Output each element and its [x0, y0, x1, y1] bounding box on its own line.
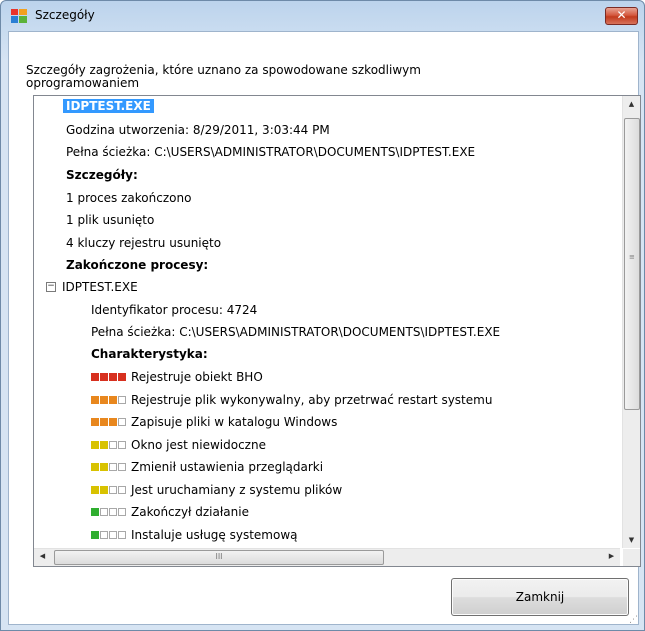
severity-square-empty [118, 417, 126, 426]
severity-indicator [91, 502, 127, 522]
severity-indicator [91, 367, 127, 387]
grip-icon: ≡ [629, 253, 635, 261]
characteristic-text: Jest uruchamiany z systemu plików [131, 483, 343, 497]
details-content: IDPTEST.EXE Godzina utworzenia: 8/29/201… [34, 96, 620, 548]
scroll-up-icon[interactable]: ▲ [623, 100, 640, 108]
characteristic-item: Zakończył działanie [91, 502, 249, 522]
close-button[interactable]: Zamknij [451, 578, 629, 616]
severity-square-empty [118, 485, 126, 494]
vertical-scroll-thumb[interactable]: ≡ [624, 118, 640, 410]
severity-square-filled [118, 372, 126, 381]
severity-square-filled [100, 417, 108, 426]
severity-indicator [91, 480, 127, 500]
full-path: Pełna ścieżka: C:\USERS\ADMINISTRATOR\DO… [66, 145, 476, 159]
file-name: IDPTEST.EXE [63, 99, 154, 113]
section-processes-label: Zakończone procesy: [66, 258, 209, 272]
severity-square-empty [109, 440, 117, 449]
creation-time: Godzina utworzenia: 8/29/2011, 3:03:44 P… [66, 123, 330, 137]
section-details-label: Szczegóły: [66, 168, 138, 182]
severity-indicator [91, 435, 127, 455]
severity-square-empty [118, 462, 126, 471]
severity-square-filled [91, 485, 99, 494]
severity-square-empty [109, 507, 117, 516]
severity-square-empty [118, 395, 126, 404]
horizontal-scroll-thumb[interactable]: III [54, 550, 384, 565]
scroll-corner [623, 549, 640, 566]
severity-square-filled [91, 417, 99, 426]
characteristic-text: Zmienił ustawienia przeglądarki [131, 460, 324, 474]
avg-logo-icon [11, 9, 27, 23]
severity-square-empty [109, 485, 117, 494]
severity-square-filled [109, 372, 117, 381]
severity-indicator [91, 457, 127, 477]
severity-square-empty [118, 440, 126, 449]
window-title: Szczegóły [35, 8, 95, 22]
files-removed: 1 plik usunięto [66, 213, 155, 227]
severity-square-filled [100, 440, 108, 449]
scroll-right-icon[interactable]: ▶ [603, 552, 620, 560]
characteristic-item: Rejestruje obiekt BHO [91, 367, 263, 387]
title-bar[interactable]: Szczegóły ✕ [1, 1, 644, 32]
process-full-path: Pełna ścieżka: C:\USERS\ADMINISTRATOR\DO… [91, 325, 501, 339]
characteristic-text: Instaluje usługę systemową [131, 528, 298, 542]
characteristic-item: Zmienił ustawienia przeglądarki [91, 457, 323, 477]
characteristic-text: Okno jest niewidoczne [131, 438, 266, 452]
severity-square-filled [91, 395, 99, 404]
severity-square-empty [118, 507, 126, 516]
characteristic-text: Rejestruje obiekt BHO [131, 370, 263, 384]
close-icon[interactable]: ✕ [605, 7, 638, 25]
severity-square-filled [91, 440, 99, 449]
severity-square-empty [118, 530, 126, 539]
severity-indicator [91, 525, 127, 545]
severity-square-filled [91, 462, 99, 471]
severity-square-filled [91, 507, 99, 516]
severity-square-empty [109, 462, 117, 471]
severity-square-filled [100, 395, 108, 404]
file-name-row[interactable]: IDPTEST.EXE [63, 96, 154, 116]
severity-square-empty [100, 507, 108, 516]
details-list[interactable]: IDPTEST.EXE Godzina utworzenia: 8/29/201… [33, 95, 641, 567]
severity-indicator [91, 390, 127, 410]
characteristic-item: Rejestruje plik wykonywalny, aby przetrw… [91, 390, 492, 410]
characteristic-item: Okno jest niewidoczne [91, 435, 266, 455]
process-tree-node[interactable]: − IDPTEST.EXE [46, 277, 138, 297]
severity-square-filled [91, 530, 99, 539]
characteristic-item: Instaluje usługę systemową [91, 525, 298, 545]
registry-removed: 4 kluczy rejestru usunięto [66, 236, 222, 250]
severity-square-empty [109, 530, 117, 539]
severity-square-filled [109, 417, 117, 426]
horizontal-scrollbar[interactable]: ◀ III ▶ [34, 548, 620, 566]
scroll-down-icon[interactable]: ▼ [623, 536, 640, 544]
characteristic-text: Zakończył działanie [131, 505, 249, 519]
scroll-left-icon[interactable]: ◀ [34, 552, 51, 560]
characteristic-item: Jest uruchamiany z systemu plików [91, 480, 342, 500]
severity-square-filled [91, 372, 99, 381]
characteristics-label: Charakterystyka: [91, 347, 208, 361]
characteristic-item: Zapisuje pliki w katalogu Windows [91, 412, 337, 432]
severity-square-filled [100, 485, 108, 494]
collapse-icon[interactable]: − [46, 281, 56, 292]
characteristic-text: Zapisuje pliki w katalogu Windows [131, 415, 338, 429]
characteristic-text: Rejestruje plik wykonywalny, aby przetrw… [131, 393, 493, 407]
process-id: Identyfikator procesu: 4724 [91, 303, 258, 317]
severity-square-filled [100, 462, 108, 471]
dialog-heading: Szczegóły zagrożenia, które uznano za sp… [26, 63, 421, 90]
vertical-scrollbar[interactable]: ▲ ≡ ▼ [622, 96, 640, 548]
processes-ended: 1 proces zakończono [66, 191, 192, 205]
resize-grip-icon[interactable]: ⋰ [629, 615, 641, 627]
severity-square-empty [100, 530, 108, 539]
severity-square-filled [100, 372, 108, 381]
severity-square-filled [109, 395, 117, 404]
process-name: IDPTEST.EXE [62, 280, 138, 294]
severity-indicator [91, 412, 127, 432]
